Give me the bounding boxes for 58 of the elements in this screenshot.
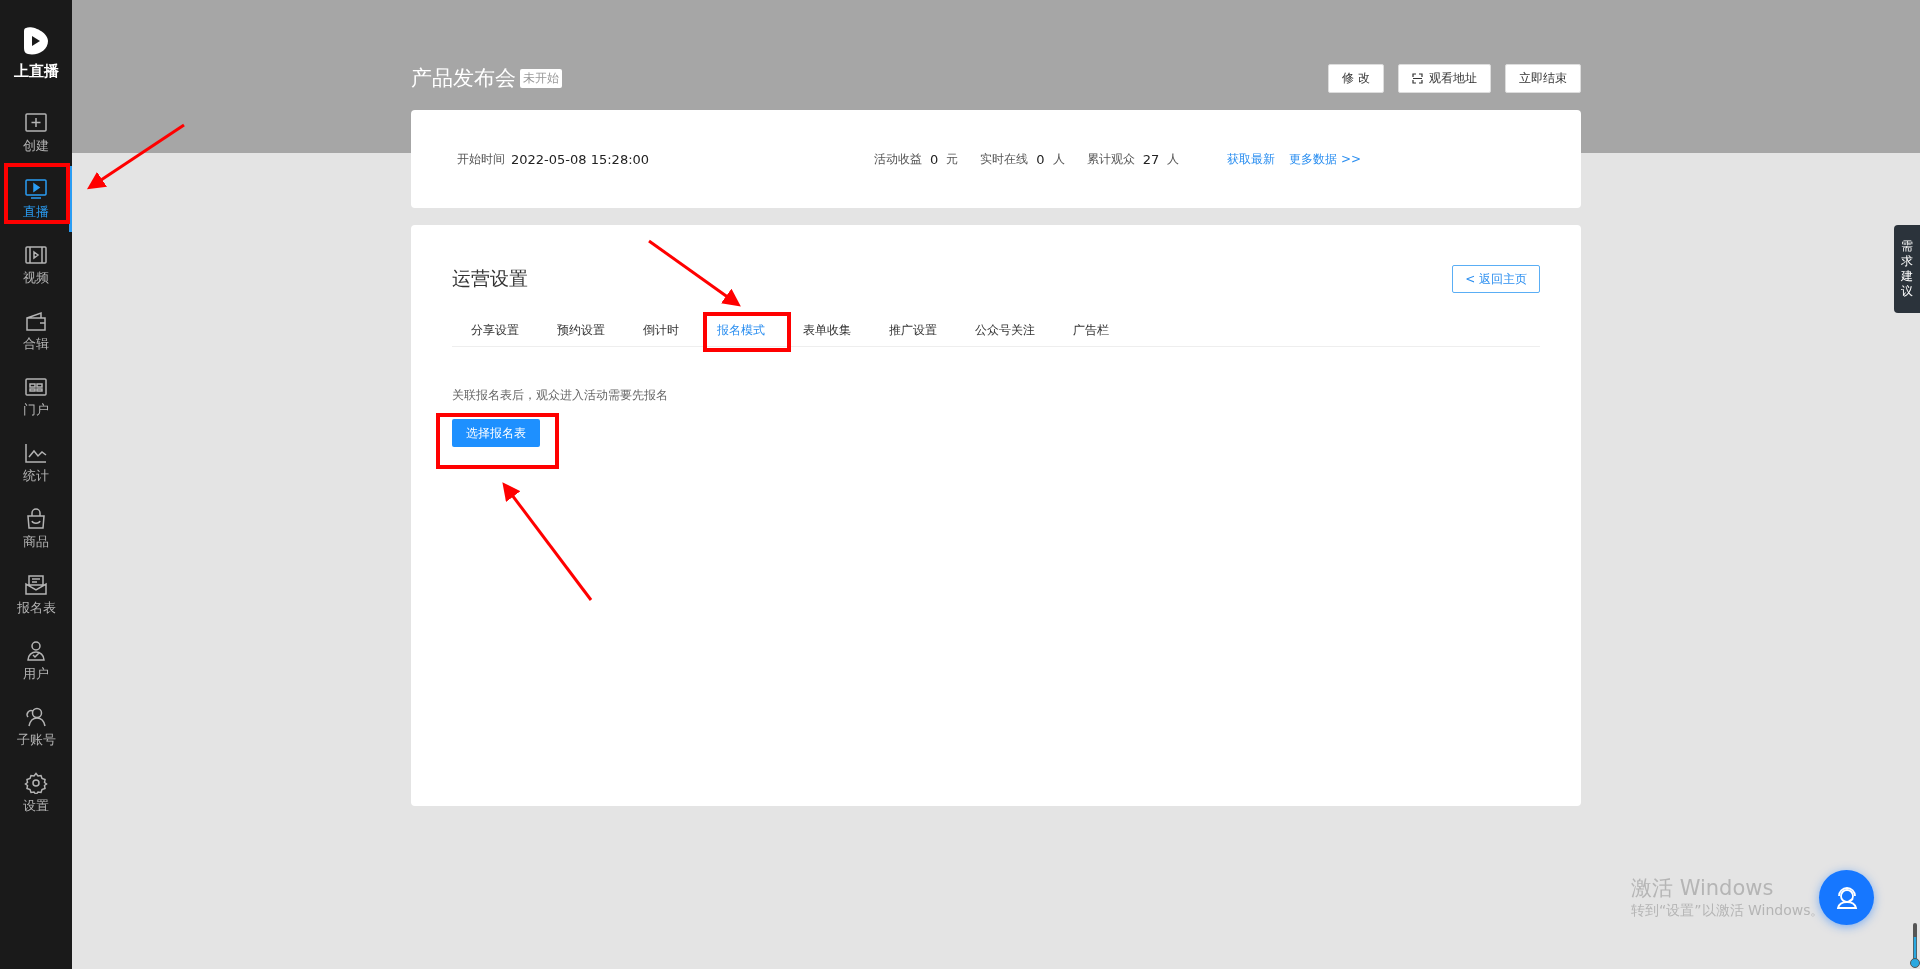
bag-icon	[24, 507, 48, 530]
sidebar-item[interactable]: 商品	[0, 496, 72, 562]
settings-tab[interactable]: 倒计时	[624, 314, 698, 346]
stat-label: 实时在线	[980, 150, 1029, 168]
stat-value: 0	[930, 151, 939, 167]
description-text: 关联报名表后，观众进入活动需要先报名	[452, 387, 669, 404]
stat-label: 活动收益	[874, 150, 923, 168]
section-title: 运营设置	[452, 266, 528, 291]
user-check-icon	[24, 639, 48, 662]
start-time-label: 开始时间	[457, 150, 505, 168]
play-screen-icon	[24, 177, 48, 200]
sidebar-item[interactable]: 视频	[0, 232, 72, 298]
wallet-icon	[24, 309, 48, 332]
logo-icon	[22, 25, 50, 56]
settings-tab[interactable]: 预约设置	[538, 314, 624, 346]
settings-tab[interactable]: 推广设置	[870, 314, 956, 346]
header-button[interactable]: 立即结束	[1505, 63, 1581, 93]
stat-unit: 元	[946, 150, 959, 168]
stat-value: 0	[1036, 151, 1045, 167]
support-button[interactable]	[1819, 870, 1874, 925]
envelope-icon	[24, 573, 48, 596]
sidebar-item[interactable]: 报名表	[0, 562, 72, 628]
stat-unit: 人	[1052, 150, 1065, 168]
sidebar-item[interactable]: 子账号	[0, 694, 72, 760]
scan-icon	[1412, 72, 1423, 84]
status-badge: 未开始	[520, 68, 562, 88]
sidebar-item[interactable]: 用户	[0, 628, 72, 694]
annotation-box	[4, 163, 70, 224]
feedback-tab[interactable]: 需求建议	[1894, 225, 1920, 313]
settings-tab[interactable]: 公众号关注	[956, 314, 1054, 346]
sidebar-item[interactable]: 合辑	[0, 298, 72, 364]
stat-unit: 人	[1167, 150, 1180, 168]
start-time-value: 2022-05-08 15:28:00	[511, 151, 650, 167]
grid-icon	[24, 375, 48, 398]
header-button[interactable]: 观看地址	[1398, 63, 1491, 93]
plus-box-icon	[24, 111, 48, 134]
users-icon	[24, 705, 48, 728]
settings-tab[interactable]: 广告栏	[1054, 314, 1128, 346]
logo-text: 上直播	[13, 61, 59, 81]
sidebar-item[interactable]: 统计	[0, 430, 72, 496]
header-button[interactable]: 修 改	[1328, 63, 1384, 93]
sidebar-item[interactable]: 设置	[0, 760, 72, 826]
settings-tab[interactable]: 分享设置	[452, 314, 538, 346]
event-title: 产品发布会	[411, 65, 516, 92]
data-link[interactable]: 获取最新	[1227, 150, 1276, 168]
gauge-drawing	[1910, 923, 1920, 969]
stat-value: 27	[1142, 151, 1160, 167]
back-home-button[interactable]: < 返回主页	[1452, 265, 1540, 293]
sidebar-item[interactable]: 直播	[0, 166, 72, 232]
sidebar-item[interactable]: 创建	[0, 100, 72, 166]
gear-icon	[24, 771, 48, 794]
sidebar-item[interactable]: 门户	[0, 364, 72, 430]
settings-tab[interactable]: 报名模式	[698, 314, 784, 346]
film-icon	[24, 243, 48, 266]
stat-label: 累计观众	[1086, 150, 1135, 168]
data-link[interactable]: 更多数据 >>	[1289, 150, 1362, 168]
settings-tab[interactable]: 表单收集	[784, 314, 870, 346]
chart-line-icon	[24, 441, 48, 464]
